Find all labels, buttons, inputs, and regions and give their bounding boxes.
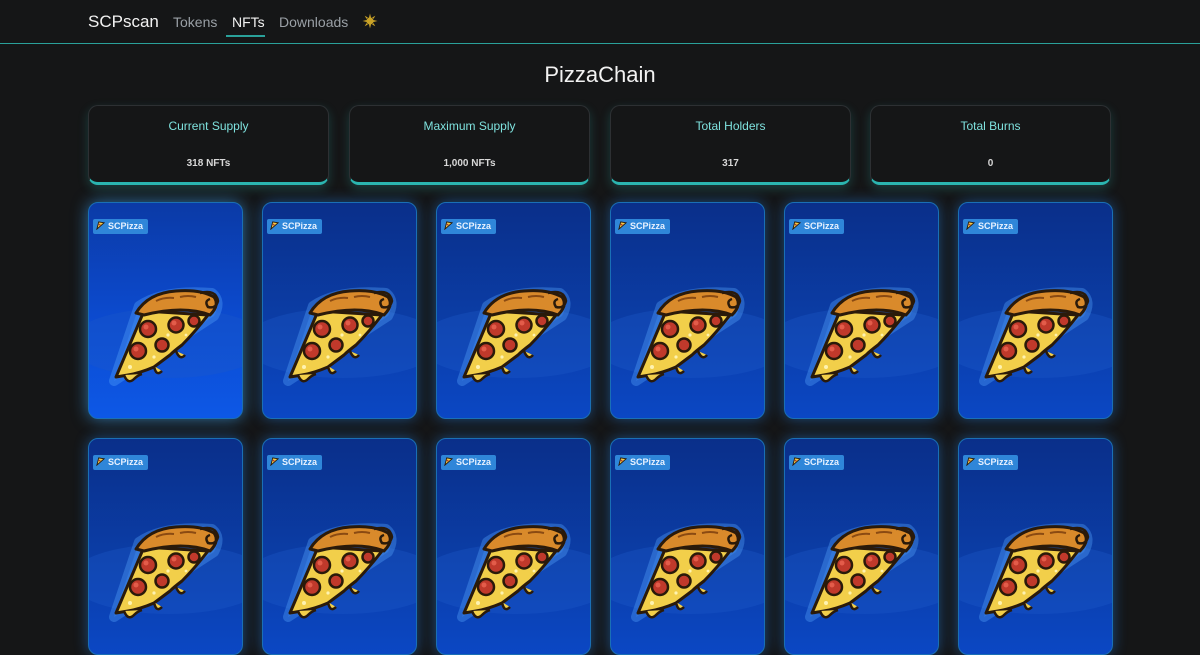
stat-value: 317 [722, 158, 739, 169]
stat-card-maximum-supply: Maximum Supply 1,000 NFTs [349, 105, 590, 185]
pizza-icon [966, 221, 975, 230]
nft-card[interactable]: SCPizza [88, 202, 243, 419]
collection-badge-label: SCPizza [804, 221, 840, 231]
pizza-icon [96, 457, 105, 466]
collection-badge: SCPizza [441, 455, 497, 470]
collection-badge: SCPizza [615, 455, 671, 470]
collection-badge: SCPizza [267, 455, 323, 470]
nft-card[interactable]: SCPizza [784, 202, 939, 419]
pizza-slice-image [626, 271, 751, 396]
stat-card-total-burns: Total Burns 0 [870, 105, 1111, 185]
pizza-icon [966, 457, 975, 466]
pizza-icon [270, 457, 279, 466]
pizza-slice-image [974, 271, 1099, 396]
nav-item-nfts[interactable]: NFTs [232, 14, 265, 30]
stat-label: Current Supply [168, 119, 249, 133]
pizza-slice-image [278, 271, 403, 396]
stat-card-current-supply: Current Supply 318 NFTs [88, 105, 329, 185]
pizza-slice-image [278, 507, 403, 632]
pizza-icon [96, 221, 105, 230]
collection-badge: SCPizza [93, 219, 149, 234]
collection-badge: SCPizza [963, 455, 1019, 470]
collection-badge-label: SCPizza [978, 221, 1014, 231]
collection-badge-label: SCPizza [978, 457, 1014, 467]
collection-badge: SCPizza [93, 455, 149, 470]
page-title: PizzaChain [544, 62, 656, 87]
collection-badge-label: SCPizza [804, 457, 840, 467]
nft-card[interactable]: SCPizza [610, 202, 765, 419]
nft-card[interactable]: SCPizza [436, 202, 591, 419]
brand-logo[interactable]: SCPscan [88, 12, 159, 32]
pizza-slice-image [800, 271, 925, 396]
pizza-icon [618, 457, 627, 466]
nft-card[interactable]: SCPizza [958, 438, 1113, 655]
collection-badge: SCPizza [789, 455, 845, 470]
nft-card[interactable]: SCPizza [436, 438, 591, 655]
nft-card[interactable]: SCPizza [784, 438, 939, 655]
pizza-slice-image [452, 507, 577, 632]
collection-badge-label: SCPizza [108, 221, 144, 231]
collection-badge-label: SCPizza [456, 221, 492, 231]
pizza-slice-image [104, 507, 229, 632]
collection-badge: SCPizza [267, 219, 323, 234]
stat-label: Maximum Supply [423, 119, 516, 133]
nft-card[interactable]: SCPizza [262, 438, 417, 655]
collection-badge-label: SCPizza [282, 221, 318, 231]
collection-badge: SCPizza [615, 219, 671, 234]
stat-value: 318 NFTs [186, 158, 231, 169]
pizza-slice-image [452, 271, 577, 396]
collection-badge-label: SCPizza [282, 457, 318, 467]
stat-label: Total Holders [695, 119, 766, 133]
pizza-slice-image [974, 507, 1099, 632]
collection-badge-label: SCPizza [456, 457, 492, 467]
stat-value: 1,000 NFTs [443, 158, 496, 169]
sun-icon[interactable] [362, 13, 378, 29]
navbar: SCPscan Tokens NFTs Downloads [0, 0, 1200, 44]
pizza-icon [444, 221, 453, 230]
stat-card-total-holders: Total Holders 317 [610, 105, 851, 185]
pizza-slice-image [626, 507, 751, 632]
collection-badge: SCPizza [789, 219, 845, 234]
collection-badge: SCPizza [963, 219, 1019, 234]
nft-card[interactable]: SCPizza [88, 438, 243, 655]
nft-card[interactable]: SCPizza [610, 438, 765, 655]
pizza-icon [270, 221, 279, 230]
collection-badge: SCPizza [441, 219, 497, 234]
pizza-slice-image [104, 271, 229, 396]
nav-item-tokens[interactable]: Tokens [173, 14, 217, 30]
nft-card[interactable]: SCPizza [262, 202, 417, 419]
pizza-slice-image [800, 507, 925, 632]
collection-badge-label: SCPizza [630, 221, 666, 231]
collection-badge-label: SCPizza [630, 457, 666, 467]
stat-value: 0 [987, 158, 994, 169]
stat-label: Total Burns [960, 119, 1021, 133]
nav-item-downloads[interactable]: Downloads [279, 14, 348, 30]
active-tab-indicator [226, 35, 265, 37]
pizza-icon [792, 221, 801, 230]
collection-badge-label: SCPizza [108, 457, 144, 467]
pizza-icon [444, 457, 453, 466]
pizza-icon [618, 221, 627, 230]
pizza-icon [792, 457, 801, 466]
nft-card[interactable]: SCPizza [958, 202, 1113, 419]
